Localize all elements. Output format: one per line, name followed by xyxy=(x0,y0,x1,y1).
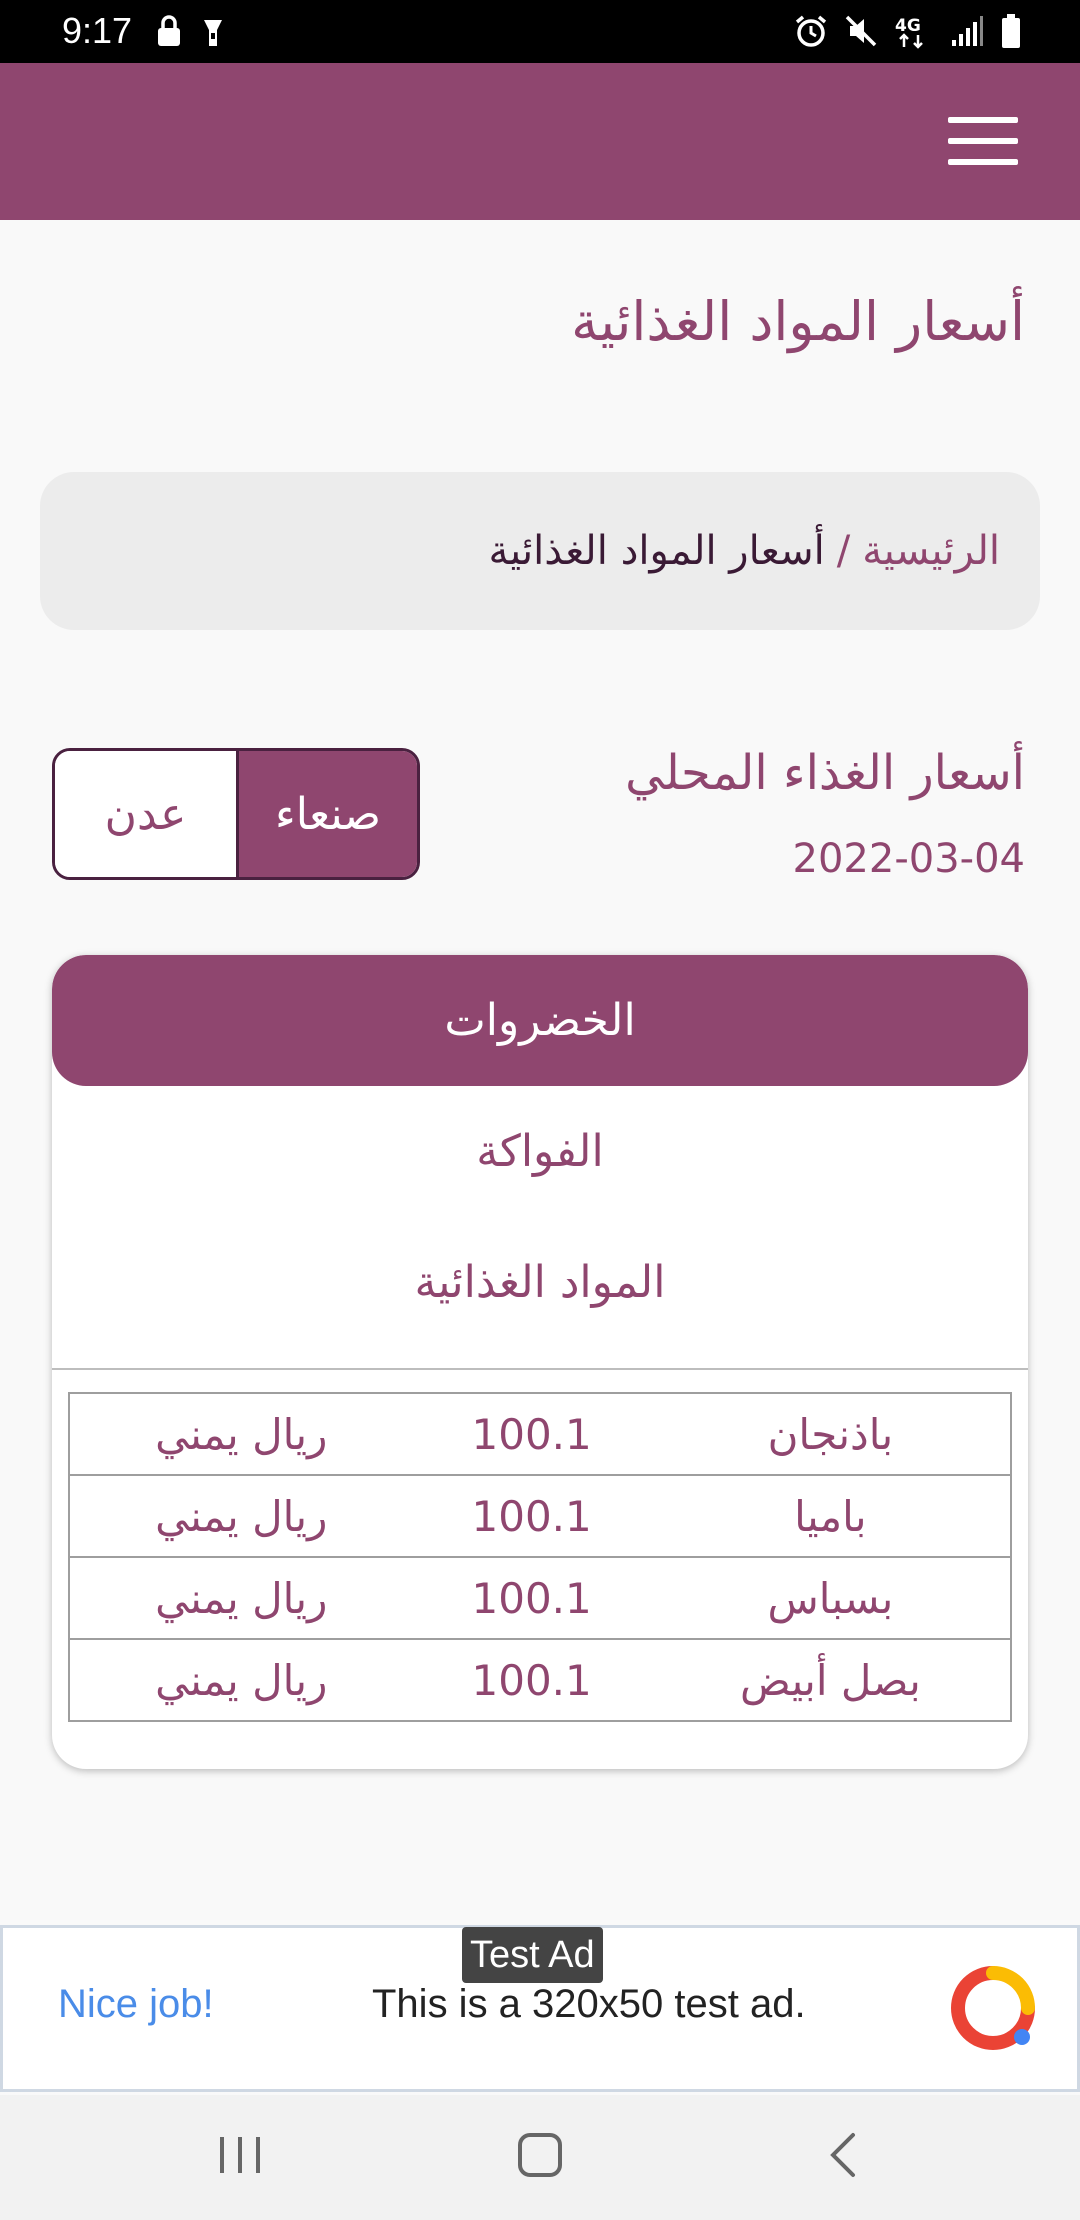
table-row: باذنجان 100.1 ريال يمني xyxy=(69,1393,1011,1475)
price-table: باذنجان 100.1 ريال يمني باميا 100.1 ريال… xyxy=(68,1392,1012,1722)
hamburger-menu-icon[interactable] xyxy=(948,117,1018,167)
status-bar: 9:17 4G xyxy=(0,0,1080,63)
currency-cell: ريال يمني xyxy=(69,1474,413,1557)
admob-logo-icon[interactable] xyxy=(950,1965,1036,2051)
category-card: الخضروات الفواكة المواد الغذائية باذنجان… xyxy=(52,955,1028,1769)
breadcrumb: الرئيسية / أسعار المواد الغذائية xyxy=(40,472,1040,630)
app-bar xyxy=(0,63,1080,220)
item-name-cell: بسباس xyxy=(650,1556,1011,1639)
breadcrumb-current: أسعار المواد الغذائية xyxy=(488,528,825,574)
city-toggle: عدن صنعاء xyxy=(52,748,420,880)
lock-icon xyxy=(158,15,180,46)
section-date: 2022-03-04 xyxy=(792,836,1025,882)
currency-cell: ريال يمني xyxy=(69,1638,413,1721)
price-cell: 100.1 xyxy=(412,1556,651,1639)
battery-icon xyxy=(1002,14,1020,48)
ad-text[interactable]: This is a 320x50 test ad. xyxy=(372,1982,806,2027)
city-aden-button[interactable]: عدن xyxy=(55,751,236,877)
breadcrumb-home-link[interactable]: الرئيسية xyxy=(862,528,1000,574)
status-icons-left xyxy=(156,14,226,50)
page-title: أسعار المواد الغذائية xyxy=(571,290,1025,353)
ad-nice-text[interactable]: Nice job! xyxy=(58,1982,214,2027)
status-icons-right: 4G xyxy=(794,12,1022,50)
city-sanaa-button[interactable]: صنعاء xyxy=(236,751,417,877)
price-cell: 100.1 xyxy=(412,1638,651,1721)
item-name-cell: بصل أبيض xyxy=(650,1638,1011,1721)
table-row: بسباس 100.1 ريال يمني xyxy=(69,1556,1011,1639)
item-name-cell: باميا xyxy=(650,1474,1011,1557)
recent-apps-icon[interactable] xyxy=(210,2125,270,2185)
svg-text:4G: 4G xyxy=(895,16,921,36)
breadcrumb-separator: / xyxy=(836,528,851,574)
ad-tag: Test Ad xyxy=(462,1927,603,1983)
flashlight-icon xyxy=(204,20,222,46)
currency-cell: ريال يمني xyxy=(69,1556,413,1639)
home-icon[interactable] xyxy=(510,2125,570,2185)
card-divider xyxy=(52,1368,1028,1370)
mute-icon xyxy=(845,15,877,47)
currency-cell: ريال يمني xyxy=(155,1409,328,1459)
section-title: أسعار الغذاء المحلي xyxy=(625,745,1025,801)
tab-food-items[interactable]: المواد الغذائية xyxy=(52,1217,1028,1348)
tab-fruits[interactable]: الفواكة xyxy=(52,1086,1028,1217)
status-time: 9:17 xyxy=(62,10,133,51)
4g-icon: 4G xyxy=(895,16,923,49)
item-name-cell: باذنجان xyxy=(767,1409,894,1459)
tab-vegetables[interactable]: الخضروات xyxy=(52,955,1028,1086)
price-cell: 100.1 xyxy=(471,1409,592,1459)
alarm-icon xyxy=(795,15,827,47)
signal-icon xyxy=(952,16,983,46)
system-nav-bar xyxy=(0,2095,1080,2220)
table-row: بصل أبيض 100.1 ريال يمني xyxy=(69,1638,1011,1721)
price-cell: 100.1 xyxy=(412,1474,651,1557)
table-row: باميا 100.1 ريال يمني xyxy=(69,1474,1011,1557)
back-icon[interactable] xyxy=(815,2125,875,2185)
